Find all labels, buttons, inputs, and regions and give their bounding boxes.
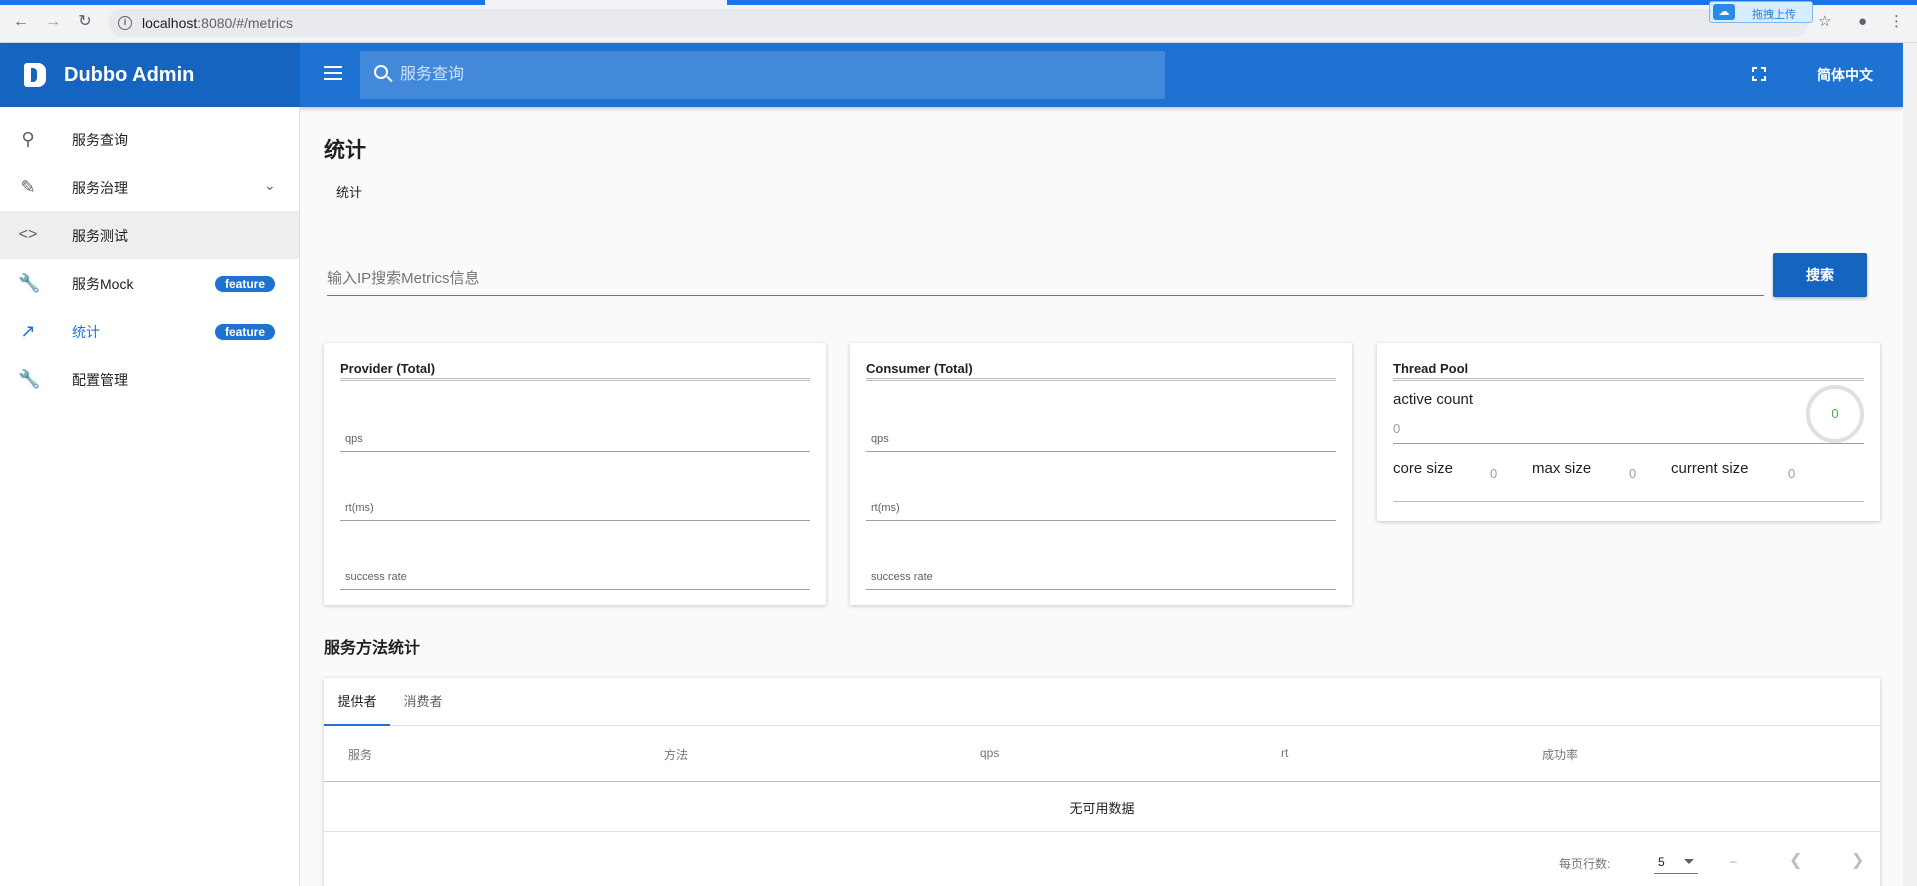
fullscreen-icon[interactable] xyxy=(1752,67,1766,81)
column-header-success-rate[interactable]: 成功率 xyxy=(1542,746,1578,763)
current-size-value: 0 xyxy=(1788,466,1796,481)
consumer-qps-field: qps xyxy=(866,424,1336,452)
provider-total-card: Provider (Total) qps rt(ms) success rate xyxy=(324,343,826,605)
logo-area: Dubbo Admin xyxy=(0,43,300,107)
pencil-icon: ✎ xyxy=(20,177,36,197)
card-title: Provider (Total) xyxy=(340,361,810,381)
chevron-down-icon[interactable]: ⌄ xyxy=(264,177,276,194)
current-size-label: current size xyxy=(1671,460,1749,477)
tab-provider[interactable]: 提供者 xyxy=(324,678,390,726)
info-icon[interactable]: i xyxy=(118,16,132,30)
feature-badge: feature xyxy=(215,324,276,340)
method-stats-tabs: 提供者 消费者 xyxy=(324,678,1880,726)
trending-icon: ↗ xyxy=(20,321,36,341)
max-size-label: max size xyxy=(1532,460,1592,477)
star-icon[interactable]: ☆ xyxy=(1818,14,1831,30)
upload-extension[interactable]: ☁ 拖拽上传 xyxy=(1709,1,1813,23)
url-text: localhost:8080/#/metrics xyxy=(142,15,293,31)
consumer-success-rate-field: success rate xyxy=(866,562,1336,590)
consumer-total-card: Consumer (Total) qps rt(ms) success rate xyxy=(850,343,1352,605)
pagination-range: – xyxy=(1730,854,1737,868)
method-stats-table: 提供者 消费者 服务 方法 qps rt 成功率 无可用数据 每页行数: 5 –… xyxy=(324,678,1880,886)
reload-icon[interactable]: ↻ xyxy=(76,13,94,31)
card-title: Thread Pool xyxy=(1393,361,1864,381)
sidebar-item-service-test[interactable]: <> 服务测试 xyxy=(0,211,299,259)
sidebar-item-service-search[interactable]: ⚲ 服务查询 xyxy=(0,115,299,163)
page-title: 统计 xyxy=(324,139,366,162)
language-button[interactable]: 简体中文 xyxy=(1795,56,1895,94)
consumer-rt-field: rt(ms) xyxy=(866,493,1336,521)
tab-consumer[interactable]: 消费者 xyxy=(390,678,456,726)
sidebar-item-label: 服务查询 xyxy=(72,132,128,148)
rows-per-page-label: 每页行数: xyxy=(1559,857,1611,871)
header-search[interactable] xyxy=(360,51,1165,99)
thread-pool-card: Thread Pool active count 0 0 core size 0… xyxy=(1377,343,1880,521)
sidebar-item-label: 配置管理 xyxy=(72,372,128,388)
search-button[interactable]: 搜索 xyxy=(1773,253,1867,297)
active-count-label: active count xyxy=(1393,391,1474,408)
provider-success-rate-field: success rate xyxy=(340,562,810,590)
browser-active-tab[interactable] xyxy=(485,0,727,5)
browser-tabstrip xyxy=(0,0,1917,5)
column-header-service[interactable]: 服务 xyxy=(348,746,372,763)
previous-page-icon[interactable]: ❮ xyxy=(1789,850,1802,870)
browser-toolbar: ← → ↻ i localhost:8080/#/metrics ☁ 拖拽上传 … xyxy=(0,0,1917,43)
max-size-value: 0 xyxy=(1629,466,1637,481)
account-icon[interactable]: ● xyxy=(1858,14,1867,30)
sidebar-item-label: 统计 xyxy=(72,324,100,340)
core-size-value: 0 xyxy=(1490,466,1498,481)
menu-icon[interactable] xyxy=(324,66,344,82)
rows-per-page-select[interactable]: 5 xyxy=(1654,848,1698,874)
wrench-icon: 🔧 xyxy=(18,273,41,293)
provider-rt-field: rt(ms) xyxy=(340,493,810,521)
sidebar-item-label: 服务测试 xyxy=(72,228,128,244)
code-icon: <> xyxy=(18,226,38,243)
header-search-input[interactable] xyxy=(400,63,1140,87)
column-header-rt[interactable]: rt xyxy=(1281,746,1288,760)
forward-icon[interactable]: → xyxy=(44,13,62,31)
search-icon xyxy=(374,65,388,79)
column-header-method[interactable]: 方法 xyxy=(664,746,688,763)
sidebar-item-service-governance[interactable]: ✎ 服务治理 ⌄ xyxy=(0,163,299,211)
method-stats-title: 服务方法统计 xyxy=(324,640,421,657)
feature-badge: feature xyxy=(215,276,276,292)
upload-extension-label: 拖拽上传 xyxy=(1752,9,1796,21)
ip-search-input[interactable] xyxy=(327,264,1764,292)
empty-table-message: 无可用数据 xyxy=(1069,801,1135,816)
more-icon[interactable]: ⋮ xyxy=(1889,14,1904,30)
back-icon[interactable]: ← xyxy=(12,13,30,31)
provider-qps-field: qps xyxy=(340,424,810,452)
sidebar-item-config-management[interactable]: 🔧 配置管理 xyxy=(0,355,299,403)
sidebar-item-label: 服务Mock xyxy=(72,276,134,292)
next-page-icon[interactable]: ❯ xyxy=(1851,850,1864,870)
sidebar-item-metrics[interactable]: ↗ 统计 feature xyxy=(0,307,299,355)
breadcrumb[interactable]: 统计 xyxy=(336,182,362,201)
ip-search-field[interactable] xyxy=(327,264,1764,296)
sidebar-item-service-mock[interactable]: 🔧 服务Mock feature xyxy=(0,259,299,307)
address-bar[interactable]: i localhost:8080/#/metrics xyxy=(108,9,1808,37)
active-count-value: 0 xyxy=(1393,421,1401,436)
search-icon: ⚲ xyxy=(21,129,35,149)
active-count-progress-ring: 0 xyxy=(1806,385,1864,443)
sidebar-item-label: 服务治理 xyxy=(72,180,128,196)
column-header-qps[interactable]: qps xyxy=(980,746,999,760)
card-title: Consumer (Total) xyxy=(866,361,1336,381)
app-title: Dubbo Admin xyxy=(64,64,195,86)
dropdown-arrow-icon xyxy=(1684,859,1694,864)
dubbo-logo-icon xyxy=(24,63,46,87)
sidebar: ⚲ 服务查询 ✎ 服务治理 ⌄ <> 服务测试 🔧 服务Mock feature… xyxy=(0,107,300,886)
core-size-label: core size xyxy=(1393,460,1454,477)
page-scrollbar[interactable] xyxy=(1903,43,1917,886)
wrench-icon: 🔧 xyxy=(18,369,41,389)
cloud-icon: ☁ xyxy=(1713,4,1735,20)
app-header: Dubbo Admin 简体中文 xyxy=(0,43,1903,107)
